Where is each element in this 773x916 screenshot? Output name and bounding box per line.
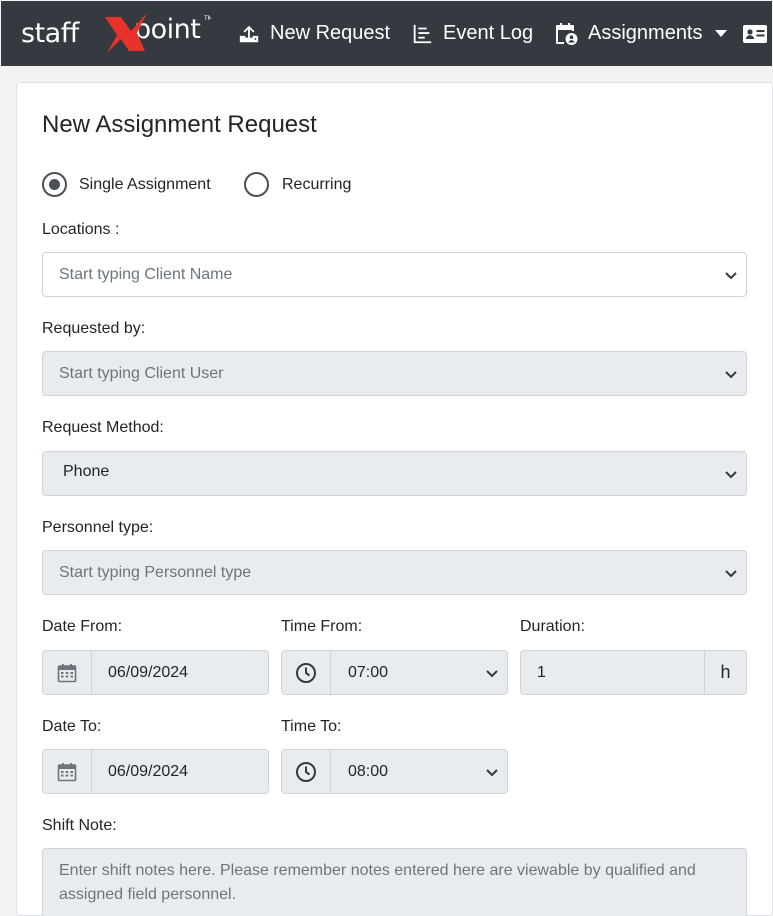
duration-label: Duration: bbox=[520, 618, 585, 635]
duration-value: 1 bbox=[537, 663, 546, 681]
date-to-label: Date To: bbox=[42, 718, 102, 735]
chevron-down-icon bbox=[725, 371, 737, 379]
top-navbar: staff point TM New Request Event Log Ass… bbox=[1, 1, 772, 66]
new-request-label: New Request bbox=[270, 22, 391, 44]
radio-recurring-label[interactable]: Recurring bbox=[282, 176, 351, 194]
time-to-select[interactable]: 08:00 bbox=[281, 749, 508, 794]
date-from-input[interactable]: 06/09/2024 bbox=[42, 650, 269, 695]
shift-note-placeholder: Enter shift notes here. Please remember … bbox=[59, 862, 696, 903]
time-from-select[interactable]: 07:00 bbox=[281, 650, 508, 695]
event-log-label: Event Log bbox=[443, 22, 534, 44]
time-to-value: 08:00 bbox=[348, 762, 389, 780]
svg-text:staff: staff bbox=[21, 18, 81, 49]
assignments-dropdown[interactable]: Assignments bbox=[554, 1, 727, 66]
chevron-down-icon bbox=[725, 570, 737, 578]
date-to-value: 06/09/2024 bbox=[108, 762, 189, 780]
shift-note-textarea[interactable]: Enter shift notes here. Please remember … bbox=[42, 848, 747, 916]
chevron-down-icon bbox=[486, 670, 498, 678]
request-method-value: Phone bbox=[63, 463, 110, 480]
caret-down-icon bbox=[714, 29, 727, 38]
shift-note-label: Shift Note: bbox=[42, 817, 117, 834]
chevron-down-icon bbox=[725, 471, 737, 479]
svg-text:TM: TM bbox=[203, 15, 211, 22]
chevron-down-icon bbox=[725, 272, 737, 280]
requested-by-select[interactable]: Start typing Client User bbox=[42, 351, 747, 396]
page-title: New Assignment Request bbox=[42, 111, 317, 138]
personnel-type-label: Personnel type: bbox=[42, 519, 154, 536]
list-chart-icon bbox=[411, 23, 433, 45]
locations-label: Locations : bbox=[42, 221, 120, 238]
staffpoint-logo[interactable]: staff point TM bbox=[21, 11, 213, 56]
event-log-link[interactable]: Event Log bbox=[411, 1, 533, 66]
calendar-icon[interactable] bbox=[43, 750, 92, 793]
date-to-input[interactable]: 06/09/2024 bbox=[42, 749, 269, 794]
profile-link[interactable] bbox=[743, 1, 767, 66]
time-from-label: Time From: bbox=[281, 618, 363, 635]
radio-selected-dot bbox=[49, 179, 60, 190]
new-request-link[interactable]: New Request bbox=[238, 1, 390, 66]
upload-icon bbox=[238, 23, 260, 45]
locations-select[interactable]: Start typing Client Name bbox=[42, 252, 747, 297]
assignments-label: Assignments bbox=[588, 22, 703, 44]
calendar-user-icon bbox=[554, 22, 578, 46]
duration-input[interactable]: 1 h bbox=[520, 650, 747, 695]
radio-recurring[interactable] bbox=[244, 172, 269, 197]
request-method-label: Request Method: bbox=[42, 419, 164, 436]
calendar-icon[interactable] bbox=[43, 651, 92, 694]
personnel-type-placeholder: Start typing Personnel type bbox=[59, 563, 252, 581]
personnel-type-select[interactable]: Start typing Personnel type bbox=[42, 550, 747, 595]
request-method-select[interactable]: Phone bbox=[42, 451, 747, 496]
duration-unit: h bbox=[704, 651, 746, 694]
requested-by-placeholder: Start typing Client User bbox=[59, 364, 224, 382]
date-from-label: Date From: bbox=[42, 618, 123, 635]
requested-by-label: Requested by: bbox=[42, 320, 146, 337]
locations-placeholder: Start typing Client Name bbox=[59, 265, 233, 283]
chevron-down-icon bbox=[486, 769, 498, 777]
time-to-label: Time To: bbox=[281, 718, 342, 735]
date-from-value: 06/09/2024 bbox=[108, 663, 189, 681]
id-card-icon bbox=[743, 24, 767, 44]
clock-icon bbox=[282, 750, 331, 793]
radio-single-assignment[interactable] bbox=[42, 172, 67, 197]
time-from-value: 07:00 bbox=[348, 663, 389, 681]
clock-icon bbox=[282, 651, 331, 694]
radio-single-assignment-label[interactable]: Single Assignment bbox=[79, 176, 211, 194]
